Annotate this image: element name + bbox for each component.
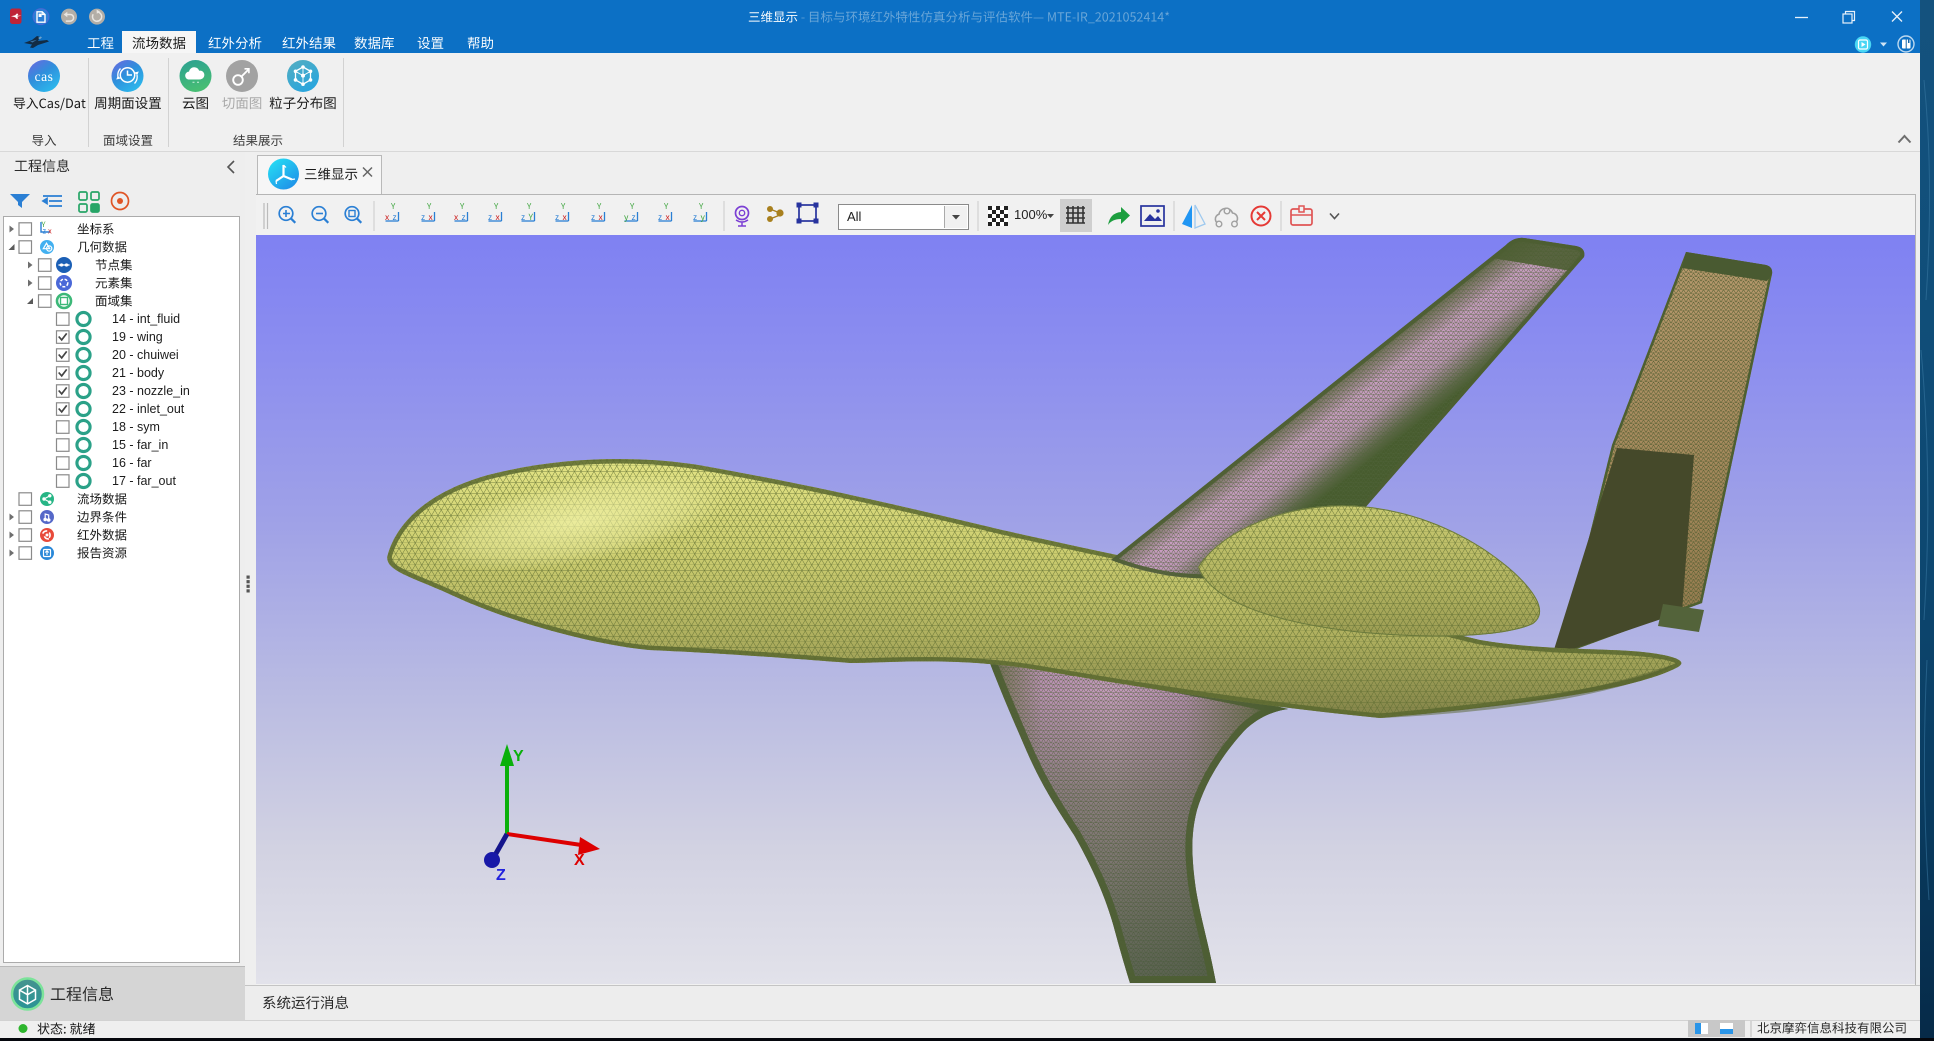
- svg-text:Z: Z: [496, 867, 506, 884]
- svg-text:X: X: [574, 852, 585, 869]
- svg-text:Y: Y: [513, 748, 524, 765]
